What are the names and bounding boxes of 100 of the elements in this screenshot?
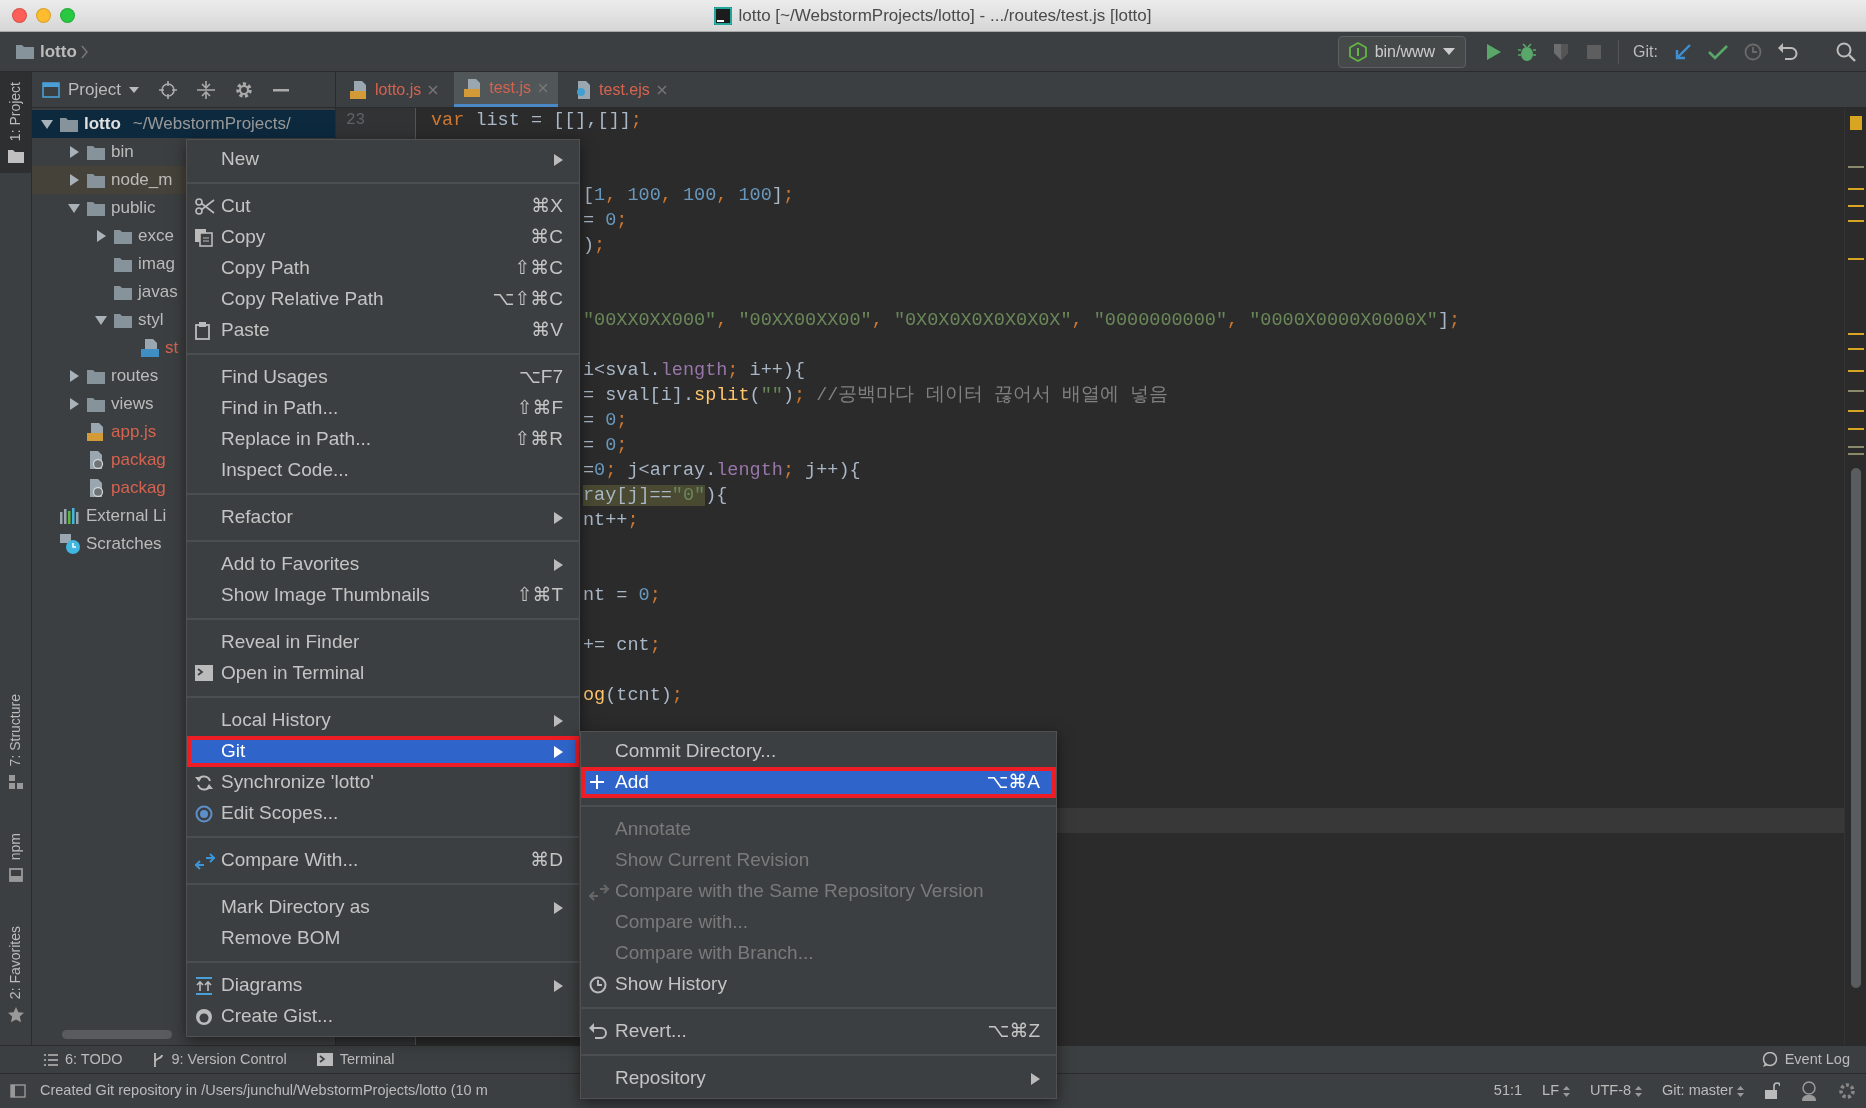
code-line: [1, 100, 100, 100]; [583, 185, 795, 206]
terminal-icon [316, 1053, 333, 1066]
tool-window-button[interactable]: Event Log [1761, 1048, 1850, 1071]
submenu-arrow-icon [554, 715, 563, 728]
code-line: nt++; [583, 510, 639, 531]
status-selector[interactable]: UTF-8 [1590, 1080, 1643, 1102]
status-message: Created Git repository in /Users/junchul/WebstormProjects/lotto (10 m [40, 1081, 488, 1101]
folder-icon [114, 256, 132, 272]
status-selector[interactable]: Git: master [1662, 1080, 1744, 1102]
window-title: lotto [~/WebstormProjects/lotto] - .../routes/test.js [lotto] [738, 4, 1152, 27]
scrollbar[interactable] [62, 1030, 172, 1039]
expand-arrow-icon[interactable] [68, 370, 80, 382]
sync-icon [195, 774, 213, 792]
menu-item[interactable]: Copy Path ⇧⌘C [187, 253, 579, 284]
target-icon[interactable] [158, 80, 177, 99]
menu-item[interactable]: Show History [581, 969, 1056, 1000]
expand-arrow-icon[interactable] [68, 174, 80, 186]
menu-item[interactable]: Refactor [187, 502, 579, 533]
menu-item[interactable]: Inspect Code... [187, 455, 579, 486]
submenu-arrow-icon [554, 559, 563, 572]
app-logo-icon [714, 6, 733, 25]
close-window-button[interactable] [12, 8, 27, 23]
menu-item[interactable]: Synchronize 'lotto' [187, 767, 579, 798]
menu-item[interactable]: Find Usages ⌥F7 [187, 362, 579, 393]
zoom-window-button[interactable] [60, 8, 75, 23]
scratches-icon [60, 534, 80, 554]
folder-icon [87, 200, 105, 216]
menu-item[interactable]: Compare With... ⌘D [187, 845, 579, 876]
breadcrumb-item[interactable]: lotto [40, 38, 77, 65]
run-icon[interactable] [1486, 42, 1503, 61]
menu-item[interactable]: Reveal in Finder [187, 627, 579, 658]
person-icon[interactable] [1800, 1081, 1818, 1101]
collapse-arrow-icon[interactable] [68, 202, 80, 214]
arrow-icon[interactable] [1674, 42, 1692, 61]
minimize-icon[interactable] [272, 87, 289, 92]
menu-item[interactable]: Diagrams [187, 970, 579, 1001]
tool-window-button[interactable]: npm [0, 822, 31, 892]
terminal-icon [195, 665, 213, 681]
menu-item[interactable]: Paste ⌘V [187, 315, 579, 346]
shield-icon[interactable] [1552, 42, 1571, 61]
project-view-dropdown[interactable]: Project [42, 76, 139, 103]
menu-item[interactable]: Show Image Thumbnails ⇧⌘T [187, 580, 579, 611]
tool-window-button[interactable]: 7: Structure [0, 684, 31, 799]
menu-item[interactable]: Git [187, 736, 579, 767]
code-line: "00XX0XX000", "00XX00XX00", "0X0X0X0X0X0X0X", "0000000000", "0000X0000X0000X"]; [583, 310, 1461, 331]
menu-item[interactable]: Repository [581, 1063, 1056, 1094]
collapse-icon[interactable] [196, 80, 215, 99]
js-file-icon [464, 79, 483, 97]
settings-icon[interactable] [234, 80, 253, 99]
folder-icon [7, 149, 24, 164]
editor-tab[interactable]: test.ejs [564, 72, 677, 107]
tool-window-button[interactable]: 6: TODO [44, 1048, 123, 1071]
undo-icon[interactable] [1778, 42, 1798, 61]
up-down-arrows-icon [1635, 1085, 1643, 1097]
scrollbar-thumb[interactable] [1851, 468, 1861, 988]
libraries-icon [60, 508, 80, 524]
clock-icon[interactable] [1744, 42, 1762, 61]
submenu-arrow-icon [554, 154, 563, 167]
menu-item[interactable]: Cut ⌘X [187, 191, 579, 222]
menu-item[interactable]: Replace in Path... ⇧⌘R [187, 424, 579, 455]
menu-item[interactable]: Find in Path... ⇧⌘F [187, 393, 579, 424]
menu-item[interactable]: Edit Scopes... [187, 798, 579, 829]
menu-item[interactable]: Commit Directory... [581, 736, 1056, 767]
collapse-arrow-icon[interactable] [41, 118, 53, 130]
menu-item[interactable]: Revert... ⌥⌘Z [581, 1016, 1056, 1047]
status-selector[interactable]: LF [1542, 1080, 1570, 1102]
run-config-dropdown[interactable]: bin/www [1337, 35, 1467, 68]
tool-window-button[interactable]: 1: Project [0, 72, 31, 174]
lock-icon[interactable] [1764, 1082, 1780, 1100]
collapse-arrow-icon[interactable] [95, 314, 107, 326]
code-line: ); [583, 235, 606, 256]
editor-tab[interactable]: lotto.js [340, 72, 449, 107]
menu-item[interactable]: Mark Directory as [187, 892, 579, 923]
folder-icon [87, 368, 105, 384]
bug-icon[interactable] [1518, 42, 1537, 61]
menu-item[interactable]: Add ⌥⌘A [581, 767, 1056, 798]
submenu-arrow-icon [554, 512, 563, 525]
clipboard-icon [195, 322, 211, 340]
branch-icon [152, 1052, 165, 1067]
menu-item[interactable]: Create Gist... [187, 1001, 579, 1032]
menu-item[interactable]: Open in Terminal [187, 658, 579, 689]
checkmark-icon[interactable] [1708, 43, 1728, 60]
tree-item[interactable]: lotto ~/WebstormProjects/ [32, 110, 335, 138]
menu-item[interactable]: Copy Relative Path ⌥⇧⌘C [187, 284, 579, 315]
menu-item[interactable]: Local History [187, 705, 579, 736]
menu-item[interactable]: Copy ⌘C [187, 222, 579, 253]
panel-toggle-icon[interactable] [10, 1084, 26, 1098]
tool-window-button[interactable]: 9: Version Control [152, 1048, 287, 1071]
caret-position[interactable]: 51:1 [1493, 1080, 1523, 1102]
code-line: ray[j]=="0"){ [583, 485, 728, 506]
expand-arrow-icon[interactable] [68, 398, 80, 410]
close-icon[interactable] [428, 84, 439, 95]
gear-icon[interactable] [1838, 1082, 1856, 1100]
search-icon[interactable] [1836, 41, 1856, 62]
menu-item[interactable]: Remove BOM [187, 923, 579, 954]
tool-window-button[interactable]: 2: Favorites [0, 915, 31, 1033]
expand-arrow-icon[interactable] [95, 230, 107, 242]
tool-window-button[interactable]: Terminal [316, 1048, 395, 1071]
expand-arrow-icon[interactable] [68, 146, 80, 158]
close-icon[interactable] [656, 84, 667, 95]
